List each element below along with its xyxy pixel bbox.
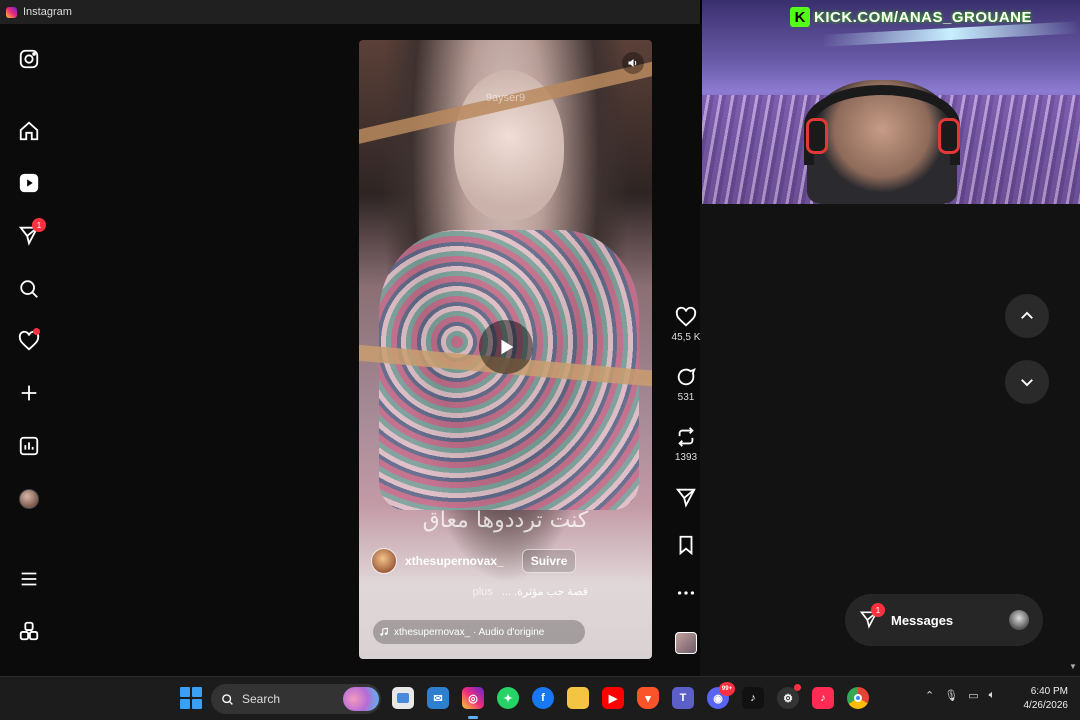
brave-icon[interactable]: ▾ (637, 687, 659, 709)
profile-avatar[interactable] (14, 484, 44, 514)
speaker-icon (628, 59, 637, 67)
discord-badge: 99+ (719, 682, 735, 696)
heart-icon (675, 306, 697, 327)
headset-earcup (806, 118, 828, 154)
home-icon[interactable] (14, 116, 44, 146)
discord-icon[interactable]: ◉ 99+ (707, 682, 735, 709)
clock-date: 4/26/2026 (1023, 700, 1069, 711)
file-explorer-icon[interactable] (567, 687, 589, 709)
teams-icon[interactable]: T (672, 687, 694, 709)
instagram-logo-icon[interactable] (14, 44, 44, 74)
messages-label: Messages (891, 612, 954, 628)
volume-icon[interactable]: 🔈︎ (989, 689, 996, 702)
video-watermark: 9ayser9 (485, 92, 526, 104)
chevron-up-icon[interactable]: ⌃ (925, 689, 934, 702)
reels-icon[interactable] (14, 168, 44, 198)
windows-start-icon[interactable] (180, 687, 202, 709)
window-titlebar: Instagram (0, 0, 700, 24)
microphone-icon[interactable]: 🎙︎ (944, 689, 958, 702)
play-button[interactable] (479, 320, 533, 374)
comment-icon (677, 367, 696, 386)
comment-count: 531 (677, 392, 695, 403)
caption-more-link[interactable]: plus (473, 586, 493, 598)
video-overlay-text: كنت ترددوها معاق (422, 508, 589, 533)
search-icon (222, 693, 233, 705)
tiktok-live-icon[interactable]: ♪ (812, 687, 834, 709)
youtube-icon[interactable]: ▶ (602, 687, 624, 709)
webcam-overlay: K KICK.COM/ANAS_GROUANE (702, 0, 1080, 204)
taskbar-search[interactable]: Search (211, 684, 381, 714)
clock-time: 6:40 PM (1030, 686, 1068, 697)
audio-pill[interactable]: xthesupernovax_ · Audio d'origine (373, 620, 585, 644)
direct-icon: 1 (859, 603, 885, 631)
comment-action[interactable]: 531 (668, 366, 704, 403)
ellipsis-icon (677, 591, 695, 595)
apps-icon[interactable] (14, 616, 44, 646)
store-icon[interactable] (392, 687, 414, 709)
chrome-icon[interactable] (847, 687, 869, 709)
search-highlight-icon (343, 687, 379, 711)
messages-badge: 1 (871, 603, 885, 617)
window-title: Instagram (23, 6, 72, 18)
play-icon (501, 339, 514, 355)
plus-icon[interactable] (14, 378, 44, 408)
search-icon[interactable] (14, 274, 44, 304)
facebook-icon[interactable]: f (532, 687, 554, 709)
chevron-down-icon (1021, 379, 1033, 387)
menu-icon[interactable] (14, 564, 44, 594)
reel-author: xthesupernovax_ Suivre (371, 548, 577, 574)
previous-reel-button[interactable] (1005, 294, 1049, 338)
steam-icon[interactable]: ⚙ (777, 684, 801, 709)
author-avatar[interactable] (371, 548, 397, 574)
save-action[interactable] (668, 534, 704, 556)
mail-icon[interactable]: ✉ (427, 687, 449, 709)
scroll-down-caret[interactable]: ▼ (1069, 662, 1077, 671)
caption-text: قصة حب مؤثرة. ... (501, 586, 588, 598)
kick-banner: K KICK.COM/ANAS_GROUANE (790, 6, 1032, 28)
like-action[interactable]: 45,5 K (668, 306, 704, 343)
taskbar-clock[interactable]: 6:40 PM 4/26/2026 (1024, 685, 1069, 713)
sidebar: 1 (0, 24, 58, 676)
system-tray: ⌃ 🎙︎ ▭ 🔈︎ (925, 689, 995, 702)
avatar (19, 489, 39, 509)
music-note-icon (380, 627, 388, 636)
headset-earcup (938, 118, 960, 154)
kick-banner-text: KICK.COM/ANAS_GROUANE (814, 8, 1033, 26)
chart-icon[interactable] (14, 431, 44, 461)
avatar (1009, 610, 1029, 630)
messages-badge: 1 (32, 218, 46, 232)
chatgpt-icon[interactable]: ✦ (497, 687, 519, 709)
taskbar-search-label: Search (242, 692, 281, 706)
heart-icon[interactable] (14, 326, 44, 356)
bookmark-icon (679, 535, 693, 556)
follow-button[interactable]: Suivre (521, 549, 577, 573)
notification-dot (33, 328, 40, 335)
active-app-indicator (468, 716, 478, 719)
repost-icon (678, 427, 694, 447)
repost-action[interactable]: 1393 (668, 426, 704, 463)
mute-button[interactable] (622, 52, 644, 74)
reel-video[interactable]: 9ayser9 كنت ترددوها معاق xthesupernovax_… (359, 40, 652, 659)
tiktok-icon[interactable]: ♪ (742, 687, 764, 709)
direct-icon[interactable]: 1 (14, 218, 46, 250)
audio-thumbnail[interactable] (675, 632, 697, 654)
more-options-action[interactable] (668, 582, 704, 604)
audio-label: xthesupernovax_ · Audio d'origine (394, 626, 545, 638)
reel-caption: plus قصة حب مؤثرة. ... (473, 585, 588, 598)
instagram-app-icon (6, 6, 17, 18)
share-icon (675, 488, 696, 508)
chevron-up-icon (1021, 311, 1033, 319)
messages-button[interactable]: 1 Messages (845, 594, 1043, 646)
share-action[interactable] (668, 486, 704, 508)
instagram-taskbar-icon[interactable]: ◎ (462, 687, 484, 709)
network-icon[interactable]: ▭ (968, 689, 978, 702)
next-reel-button[interactable] (1005, 360, 1049, 404)
author-username[interactable]: xthesupernovax_ (405, 554, 504, 568)
taskbar: Search ✉ ◎ ✦ f ▶ ▾ T ◉ 99+ ♪ ⚙ ♪ ⌃ 🎙︎ ▭ … (0, 676, 1080, 720)
like-count: 45,5 K (671, 332, 701, 343)
notification-dot (794, 684, 801, 691)
repost-count: 1393 (674, 452, 698, 463)
kick-logo-icon: K (790, 7, 810, 27)
